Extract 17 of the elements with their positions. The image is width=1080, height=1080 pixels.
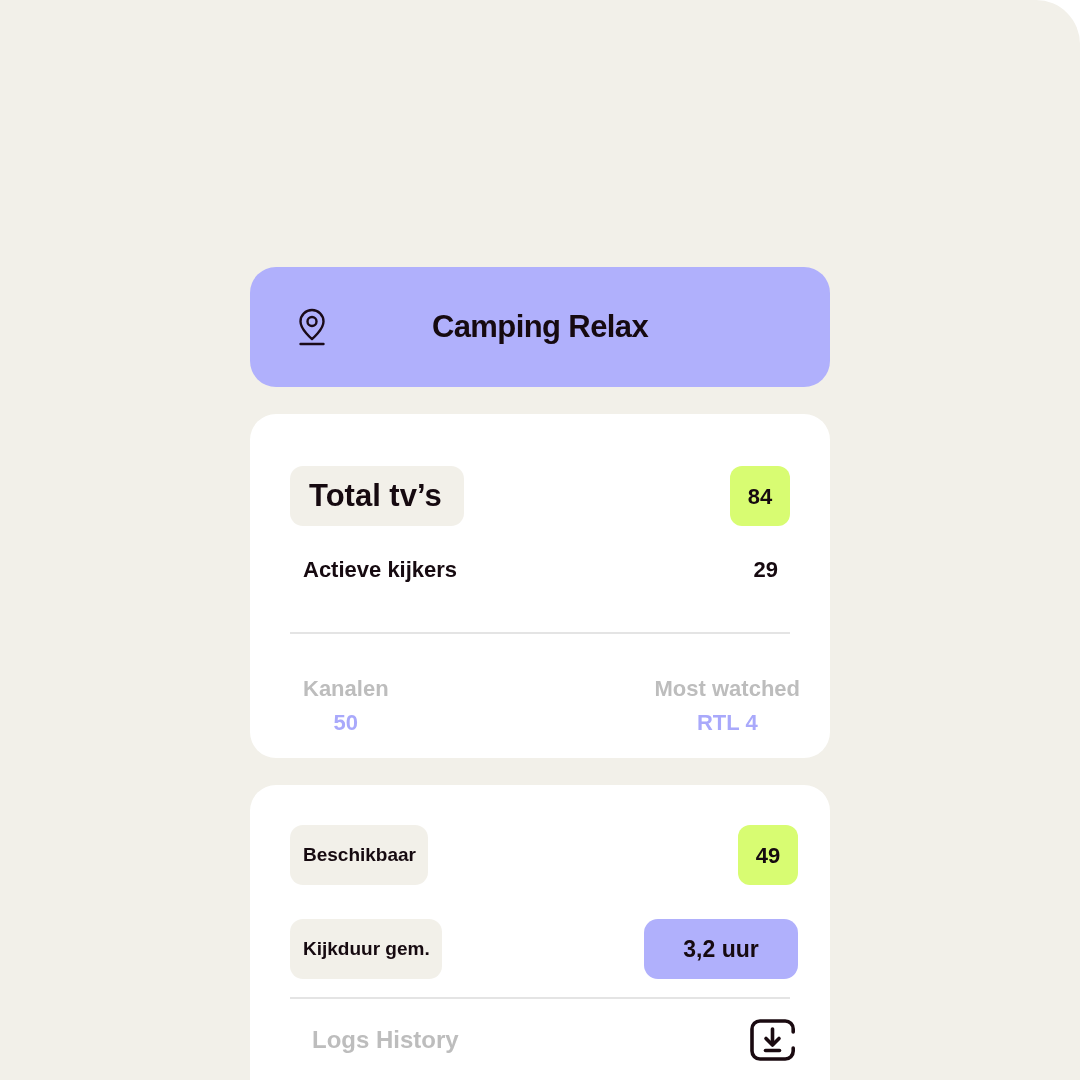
stat-value: 50 — [333, 708, 359, 736]
total-tvs-label: Total tv’s — [290, 466, 464, 526]
active-viewers-count: 29 — [753, 556, 778, 584]
download-icon — [750, 1019, 796, 1061]
download-button[interactable] — [750, 1019, 796, 1061]
stat-label: Beschikbaar — [290, 825, 428, 885]
stat-label: Kanalen — [303, 675, 389, 703]
logs-history-label: Logs History — [312, 1025, 459, 1055]
active-viewers-label: Actieve kijkers — [303, 556, 458, 584]
stat-label: Kijkduur gem. — [290, 919, 442, 979]
stat-label: Most watched — [654, 675, 800, 703]
total-tvs-count: 84 — [730, 466, 790, 526]
available-count: 49 — [738, 825, 798, 885]
stat-value: RTL 4 — [696, 708, 758, 736]
location-pin-icon — [296, 308, 328, 346]
watch-duration: 3,2 uur — [644, 919, 798, 979]
location-title: Camping Relax — [431, 307, 649, 346]
